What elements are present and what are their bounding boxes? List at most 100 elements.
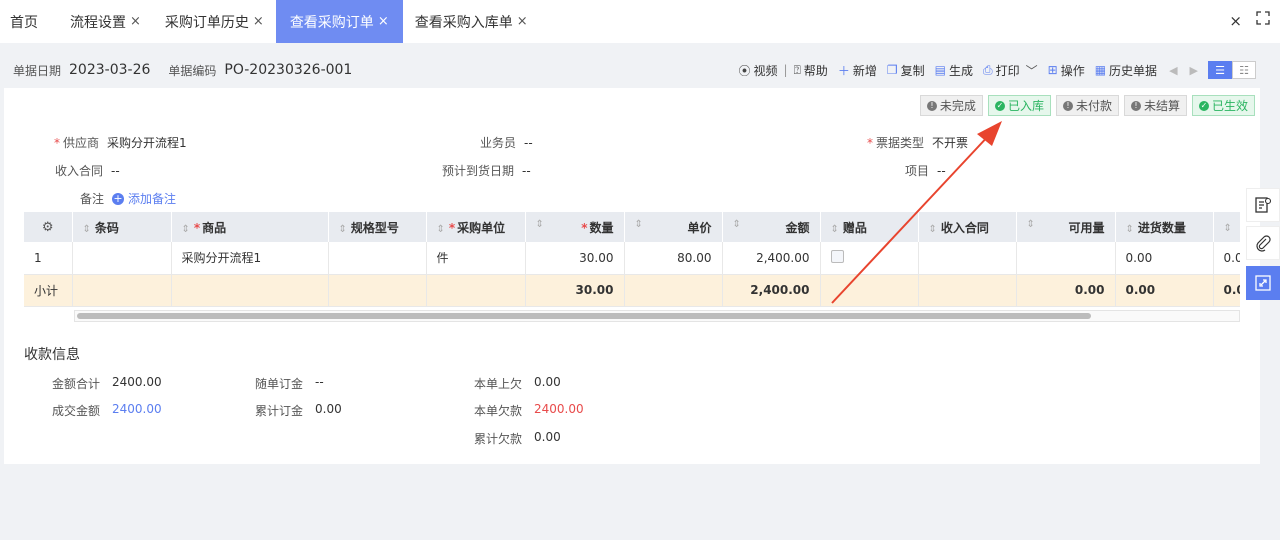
column-header-income-contract[interactable]: ⇕ 收入合同 bbox=[918, 212, 1017, 242]
payment-total: 金额合计 2400.00 bbox=[12, 375, 162, 392]
column-header-amount[interactable]: ⇕ 金额 bbox=[722, 212, 821, 242]
gift-checkbox[interactable] bbox=[830, 249, 844, 263]
main-panel: ! 未完成 ✓ 已入库 ! 未付款 ! 未结算 ✓ 已生效 * 供应商 采购分开流程1 业务… bbox=[4, 88, 1260, 464]
date-value: 2023-03-26 bbox=[69, 62, 151, 78]
required-mark: * bbox=[867, 136, 873, 150]
tab-label: 查看采购入库单 bbox=[414, 14, 513, 31]
list-view-button[interactable]: ☰ bbox=[1208, 61, 1232, 79]
column-header-quantity[interactable]: ⇕ * 数量 bbox=[525, 212, 625, 242]
payment-order-deposit: 随单订金 -- bbox=[215, 375, 324, 392]
expand-float-button[interactable] bbox=[1246, 266, 1280, 300]
payment-value: 2400.00 bbox=[112, 402, 162, 416]
copy-button[interactable]: ❐ 复制 bbox=[887, 62, 925, 79]
expected-date-label: 预计到货日期 bbox=[442, 164, 515, 178]
column-header-gift[interactable]: ⇕ 赠品 bbox=[820, 212, 919, 242]
close-icon[interactable]: × bbox=[253, 14, 264, 29]
expected-date-value: -- bbox=[522, 163, 531, 178]
add-button[interactable]: ＋新增 bbox=[838, 62, 877, 79]
fullscreen-icon[interactable] bbox=[1256, 11, 1270, 25]
form-row: 备注 + 添加备注 bbox=[4, 190, 1254, 210]
video-label: 视频 bbox=[753, 63, 778, 78]
header-label: 进货数量 bbox=[1137, 220, 1186, 235]
sort-icon: ⇕ bbox=[181, 223, 190, 235]
code-value: PO-20230326-001 bbox=[224, 62, 353, 78]
payment-label: 累计订金 bbox=[254, 404, 303, 418]
subtotal-inbound-qty: 0.00 bbox=[1115, 274, 1214, 307]
cell-more: 0.0 bbox=[1213, 242, 1240, 275]
status-badge-effective: ✓ 已生效 bbox=[1191, 95, 1255, 116]
help-button[interactable]: ⍰ 帮助 bbox=[794, 62, 828, 79]
cell-amount: 2,400.00 bbox=[722, 242, 821, 275]
payment-label: 本单上欠 bbox=[473, 377, 522, 391]
subtotal-cell bbox=[624, 274, 723, 307]
tab-home[interactable]: 首页 bbox=[0, 0, 58, 43]
header-label: 可用量 bbox=[1068, 220, 1105, 235]
add-remark-label: 添加备注 bbox=[128, 192, 177, 206]
chevron-down-icon[interactable]: ﹀ bbox=[1026, 62, 1038, 79]
history-button[interactable]: ▦ 历史单据 bbox=[1095, 62, 1157, 79]
print-button[interactable]: ⎙ 打印 ﹀ bbox=[983, 62, 1038, 79]
tab-label: 首页 bbox=[10, 14, 38, 31]
payment-label: 金额合计 bbox=[51, 377, 100, 391]
payment-section-title: 收款信息 bbox=[24, 347, 80, 363]
cell-available bbox=[1016, 242, 1116, 275]
column-header-inbound-qty[interactable]: ⇕ 进货数量 bbox=[1115, 212, 1214, 242]
video-button[interactable]: ⦿ 视频 bbox=[739, 62, 778, 79]
form-row: 收入合同 -- 预计到货日期 -- 项目 -- bbox=[4, 162, 1254, 182]
code-label: 单据编码 bbox=[168, 63, 217, 78]
cell-quantity: 30.00 bbox=[525, 242, 625, 275]
close-icon[interactable]: × bbox=[130, 14, 141, 29]
remark-field: 备注 + 添加备注 bbox=[80, 190, 176, 207]
status-label: 已入库 bbox=[1007, 99, 1044, 113]
column-header-product[interactable]: ⇕ * 商品 bbox=[171, 212, 329, 242]
notes-float-button[interactable] bbox=[1246, 188, 1280, 222]
tab-purchase-order-history[interactable]: 采购订单历史 × bbox=[153, 0, 276, 43]
header-label: 规格型号 bbox=[350, 220, 399, 235]
header-label: 采购单位 bbox=[457, 220, 506, 235]
payment-deal-amount: 成交金额 2400.00 bbox=[12, 402, 162, 419]
supplier-field: * 供应商 采购分开流程1 bbox=[54, 134, 187, 151]
column-header-barcode[interactable]: ⇕ 条码 bbox=[72, 212, 172, 242]
tab-view-purchase-receipt[interactable]: 查看采购入库单 × bbox=[403, 0, 540, 43]
sort-icon: ⇕ bbox=[82, 223, 91, 235]
tab-label: 采购订单历史 bbox=[164, 14, 249, 31]
prev-arrow-icon[interactable]: ◀ bbox=[1169, 64, 1177, 77]
salesman-field: 业务员 -- bbox=[480, 134, 533, 151]
table-row[interactable]: 1 采购分开流程1 件 30.00 80.00 2,400.00 0.00 0.… bbox=[24, 242, 1240, 275]
tab-view-purchase-order[interactable]: 查看采购订单 × bbox=[275, 0, 403, 43]
payment-label: 成交金额 bbox=[51, 404, 100, 418]
generate-button[interactable]: ▤ 生成 bbox=[935, 62, 973, 79]
invoice-type-label: * 票据类型 bbox=[867, 134, 924, 151]
print-label: 打印 bbox=[995, 63, 1020, 78]
operate-button[interactable]: ⊞ 操作 bbox=[1048, 62, 1085, 79]
income-contract-label: 收入合同 bbox=[55, 164, 104, 178]
tab-flow-settings[interactable]: 流程设置 × bbox=[58, 0, 153, 43]
status-badges: ! 未完成 ✓ 已入库 ! 未付款 ! 未结算 ✓ 已生效 bbox=[919, 95, 1255, 116]
subtotal-cell bbox=[820, 274, 919, 307]
attachment-float-button[interactable] bbox=[1246, 226, 1280, 260]
column-header-available[interactable]: ⇕ 可用量 bbox=[1016, 212, 1116, 242]
column-header-unit[interactable]: ⇕ * 采购单位 bbox=[426, 212, 526, 242]
exclamation-icon: ! bbox=[1062, 100, 1073, 111]
column-settings-button[interactable]: ⚙ bbox=[24, 212, 73, 242]
column-header-price[interactable]: ⇕ 单价 bbox=[624, 212, 723, 242]
add-remark-button[interactable]: + 添加备注 bbox=[112, 190, 176, 207]
close-icon[interactable]: × bbox=[378, 14, 389, 29]
expand-icon bbox=[1255, 275, 1271, 291]
payment-value: 0.00 bbox=[315, 402, 342, 416]
supplier-value: 采购分开流程1 bbox=[107, 136, 187, 150]
close-icon[interactable]: × bbox=[517, 14, 528, 29]
subtotal-label: 小计 bbox=[24, 274, 73, 307]
close-all-tabs-icon[interactable]: × bbox=[1229, 12, 1242, 30]
subtotal-amount: 2,400.00 bbox=[722, 274, 821, 307]
row-index: 1 bbox=[24, 242, 73, 275]
subtotal-available: 0.00 bbox=[1016, 274, 1116, 307]
required-mark: * bbox=[193, 220, 201, 235]
next-arrow-icon[interactable]: ▶ bbox=[1190, 64, 1198, 77]
detail-view-button[interactable]: ☷ bbox=[1232, 61, 1256, 79]
column-header-spec[interactable]: ⇕ 规格型号 bbox=[328, 212, 427, 242]
horizontal-scrollbar[interactable] bbox=[74, 310, 1240, 322]
column-header-more[interactable]: ⇕ bbox=[1213, 212, 1240, 242]
scrollbar-thumb[interactable] bbox=[77, 313, 1091, 319]
header-label: 单价 bbox=[687, 220, 712, 235]
